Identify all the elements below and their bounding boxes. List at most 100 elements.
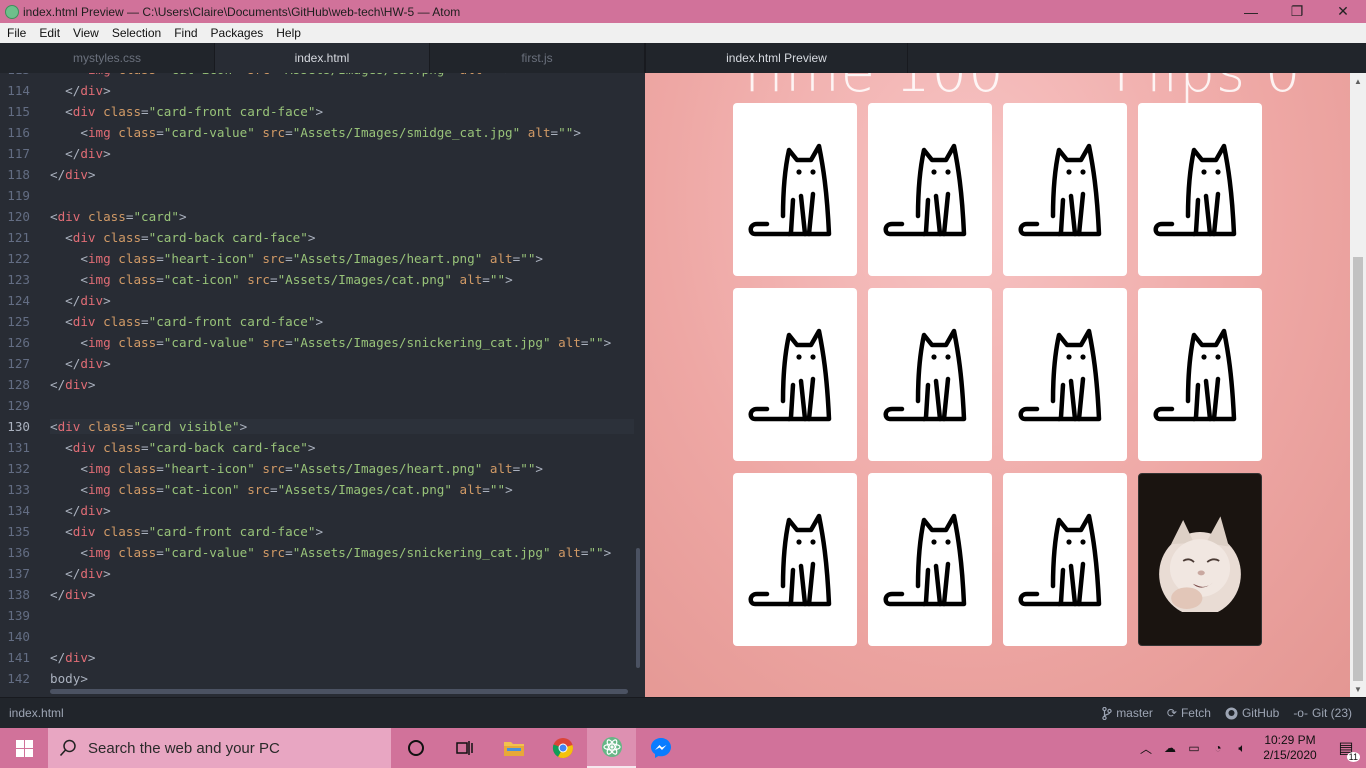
line-number[interactable]: 135 <box>0 524 46 539</box>
wifi-icon[interactable]: ◔ <box>1206 741 1230 755</box>
line-number[interactable]: 114 <box>0 83 46 98</box>
task-view-button[interactable] <box>391 728 440 768</box>
memory-card[interactable] <box>733 473 857 646</box>
battery-icon[interactable]: ▭ <box>1182 741 1206 755</box>
code-line[interactable]: <div class="card"> <box>50 209 187 224</box>
git-panel-button[interactable]: -o- Git (23) <box>1293 706 1352 720</box>
memory-card[interactable] <box>868 473 992 646</box>
menu-help[interactable]: Help <box>269 26 307 40</box>
messenger-button[interactable] <box>636 728 685 768</box>
line-number[interactable]: 128 <box>0 377 46 392</box>
action-center-button[interactable]: ▤ 11 <box>1326 738 1366 762</box>
code-line[interactable]: </div> <box>50 503 111 518</box>
code-line[interactable]: </div> <box>50 566 111 581</box>
tab-mystyles-css[interactable]: mystyles.css <box>0 43 215 73</box>
editor-horizontal-scrollbar[interactable] <box>50 689 628 694</box>
code-line[interactable]: <img class="cat-icon" src="Assets/Images… <box>50 73 512 77</box>
memory-card[interactable] <box>1003 288 1127 461</box>
code-line[interactable]: <img class="card-value" src="Assets/Imag… <box>50 545 611 560</box>
taskbar-clock[interactable]: 10:29 PM 2/15/2020 <box>1254 733 1326 763</box>
menu-packages[interactable]: Packages <box>204 26 270 40</box>
start-button[interactable] <box>0 728 48 768</box>
line-number[interactable]: 119 <box>0 188 46 203</box>
code-line[interactable]: </div> <box>50 377 96 392</box>
line-number[interactable]: 118 <box>0 167 46 182</box>
line-number[interactable]: 136 <box>0 545 46 560</box>
code-line[interactable]: </div> <box>50 293 111 308</box>
line-number[interactable]: 137 <box>0 566 46 581</box>
atom-taskbar-button[interactable] <box>587 728 636 768</box>
preview-scrollbar[interactable]: ▲ ▼ <box>1350 73 1366 697</box>
code-line[interactable]: body> <box>50 671 88 686</box>
line-number[interactable]: 130 <box>0 419 46 434</box>
code-editor[interactable]: 113 <img class="cat-icon" src="Assets/Im… <box>0 73 645 697</box>
memory-card[interactable] <box>1138 288 1262 461</box>
fetch-button[interactable]: ⟳ Fetch <box>1167 706 1211 720</box>
code-line[interactable]: <div class="card-back card-face"> <box>50 230 315 245</box>
memory-card[interactable] <box>1138 103 1262 276</box>
restore-button[interactable]: ❐ <box>1274 0 1320 23</box>
line-number[interactable]: 120 <box>0 209 46 224</box>
file-explorer-button[interactable] <box>489 728 538 768</box>
memory-card[interactable] <box>868 288 992 461</box>
line-number[interactable]: 113 <box>0 73 46 77</box>
line-number[interactable]: 127 <box>0 356 46 371</box>
tab-index-html[interactable]: index.html <box>215 43 430 73</box>
code-line[interactable]: <img class="cat-icon" src="Assets/Images… <box>50 482 512 497</box>
menu-edit[interactable]: Edit <box>32 26 66 40</box>
taskbar-search-box[interactable]: Search the web and your PC <box>48 728 391 768</box>
code-line[interactable]: </div> <box>50 587 96 602</box>
git-branch[interactable]: master <box>1102 706 1153 720</box>
editor-vertical-scrollbar[interactable] <box>636 548 640 668</box>
code-line[interactable]: <div class="card-front card-face"> <box>50 524 323 539</box>
menu-selection[interactable]: Selection <box>105 26 167 40</box>
line-number[interactable]: 117 <box>0 146 46 161</box>
line-number[interactable]: 125 <box>0 314 46 329</box>
close-button[interactable]: ✕ <box>1320 0 1366 23</box>
status-file-name[interactable]: index.html <box>0 706 1102 720</box>
line-number[interactable]: 116 <box>0 125 46 140</box>
line-number[interactable]: 129 <box>0 398 46 413</box>
line-number[interactable]: 121 <box>0 230 46 245</box>
line-number[interactable]: 138 <box>0 587 46 602</box>
code-line[interactable]: <img class="cat-icon" src="Assets/Images… <box>50 272 512 287</box>
menu-find[interactable]: Find <box>167 26 203 40</box>
code-line[interactable]: <div class="card visible"> <box>50 419 634 434</box>
github-button[interactable]: GitHub <box>1225 706 1279 720</box>
memory-card[interactable] <box>1003 103 1127 276</box>
line-number[interactable]: 140 <box>0 629 46 644</box>
code-line[interactable]: </div> <box>50 146 111 161</box>
line-number[interactable]: 139 <box>0 608 46 623</box>
code-line[interactable]: </div> <box>50 83 111 98</box>
memory-card[interactable] <box>868 103 992 276</box>
tab-index-html-preview[interactable]: index.html Preview <box>645 43 908 73</box>
code-line[interactable]: <img class="card-value" src="Assets/Imag… <box>50 335 611 350</box>
task-view-icon-button[interactable] <box>440 728 489 768</box>
minimize-button[interactable]: — <box>1228 0 1274 23</box>
line-number[interactable]: 126 <box>0 335 46 350</box>
scroll-up-arrow-icon[interactable]: ▲ <box>1350 73 1366 89</box>
menu-file[interactable]: File <box>0 26 32 40</box>
line-number[interactable]: 132 <box>0 461 46 476</box>
code-line[interactable]: <img class="heart-icon" src="Assets/Imag… <box>50 461 543 476</box>
memory-card[interactable] <box>733 288 857 461</box>
line-number[interactable]: 131 <box>0 440 46 455</box>
code-line[interactable]: <img class="card-value" src="Assets/Imag… <box>50 125 581 140</box>
line-number[interactable]: 141 <box>0 650 46 665</box>
code-line[interactable]: </div> <box>50 167 96 182</box>
code-line[interactable]: </div> <box>50 356 111 371</box>
preview-scroll-thumb[interactable] <box>1353 257 1363 681</box>
line-number[interactable]: 142 <box>0 671 46 686</box>
show-hidden-icons-chevron-icon[interactable]: ︿ <box>1134 740 1158 757</box>
memory-card[interactable] <box>733 103 857 276</box>
code-line[interactable]: </div> <box>50 650 96 665</box>
tab-first-js[interactable]: first.js <box>430 43 645 73</box>
line-number[interactable]: 123 <box>0 272 46 287</box>
scroll-down-arrow-icon[interactable]: ▼ <box>1350 681 1366 697</box>
code-line[interactable]: <div class="card-front card-face"> <box>50 314 323 329</box>
code-line[interactable]: <div class="card-back card-face"> <box>50 440 315 455</box>
line-number[interactable]: 124 <box>0 293 46 308</box>
volume-icon[interactable]: 🔈︎ <box>1230 741 1254 756</box>
line-number[interactable]: 122 <box>0 251 46 266</box>
code-line[interactable]: <img class="heart-icon" src="Assets/Imag… <box>50 251 543 266</box>
